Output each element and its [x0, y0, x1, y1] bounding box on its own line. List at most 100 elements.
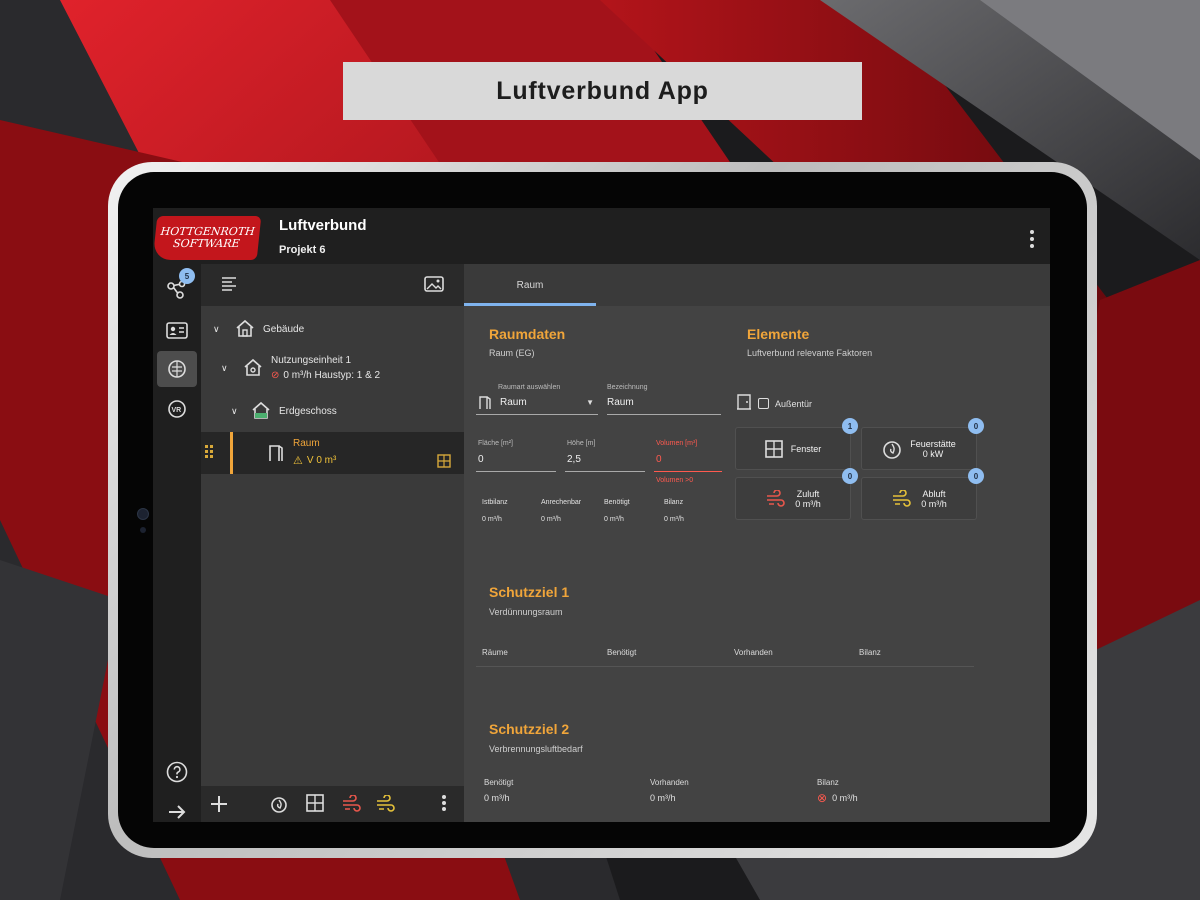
flaeche-underline — [476, 471, 556, 472]
stat-vorhanden-value: 0 m³/h — [650, 793, 676, 803]
element-count-badge: 0 — [968, 418, 984, 434]
element-card-sub: 0 kW — [922, 448, 944, 459]
stat-benoetigt-label: Benötigt — [484, 778, 514, 787]
tree-item-label: Raum — [293, 438, 320, 449]
contact-card-icon[interactable] — [157, 313, 197, 349]
raumdaten-subtitle: Raum (EG) — [489, 348, 535, 358]
stat-anrechenbar-value: 0 m³/h — [541, 516, 561, 523]
tree-toolbar — [201, 264, 464, 306]
room-network-icon[interactable] — [157, 351, 197, 387]
elemente-subtitle: Luftverbund relevante Faktoren — [747, 348, 873, 358]
vr-globe-icon[interactable]: VR — [157, 391, 197, 427]
aussentuer-toggle[interactable]: Außentür — [736, 392, 812, 415]
tree-item-gebaeude[interactable]: ∨ Gebäude — [201, 314, 464, 344]
fireplace-icon[interactable] — [270, 794, 288, 819]
tree-panel: ∨ Gebäude ∨ Nutzungseinheit 1 ⊘ 0 m³/h H… — [201, 264, 464, 822]
notification-badge: 5 — [179, 268, 195, 284]
element-card-feuerstaette[interactable]: Feuerstätte 0 kW 0 — [861, 418, 984, 470]
element-card-sub: 0 m³/h — [921, 498, 947, 509]
element-card-label: Feuerstätte — [910, 438, 956, 449]
dropdown-arrow-icon: ▼ — [586, 398, 594, 407]
stat-bilanz-label: Bilanz — [664, 499, 684, 506]
supply-air-icon[interactable] — [341, 794, 361, 818]
element-card-zuluft[interactable]: Zuluft 0 m³/h 0 — [735, 468, 858, 520]
bezeichnung-input[interactable]: Raum — [607, 397, 634, 408]
chevron-down-icon[interactable]: ∨ — [213, 324, 225, 335]
window-icon — [764, 439, 783, 458]
list-sort-icon[interactable] — [221, 276, 239, 297]
exhaust-air-icon — [893, 489, 911, 507]
stat-benoetigt-value: 0 m³/h — [484, 793, 510, 803]
checkbox-icon[interactable] — [758, 398, 769, 409]
stat-vorhanden-label: Vorhanden — [650, 778, 689, 787]
floor-house-icon — [251, 401, 271, 422]
column-header: Vorhanden — [734, 648, 773, 657]
front-door-icon — [736, 392, 752, 415]
warning-icon: ⚠ — [293, 455, 303, 467]
door-icon — [267, 444, 285, 465]
svg-text:VR: VR — [172, 407, 182, 414]
app-title: Luftverbund — [279, 217, 367, 234]
project-name: Projekt 6 — [279, 244, 326, 256]
logo-line-2: SOFTWARE — [172, 237, 241, 250]
app-screen: HOTTGENROTH SOFTWARE Luftverbund Projekt… — [153, 208, 1050, 822]
stat-istbilanz-value: 0 m³/h — [482, 516, 502, 523]
tree-item-label: Erdgeschoss — [279, 405, 337, 417]
image-icon[interactable] — [424, 276, 444, 297]
schutzziel2-subtitle: Verbrennungsluftbedarf — [489, 744, 583, 754]
tree-item-nutzungseinheit[interactable]: ∨ Nutzungseinheit 1 ⊘ 0 m³/h Haustyp: 1 … — [201, 348, 464, 388]
flaeche-label: Fläche [m²] — [478, 440, 514, 447]
element-card-fenster[interactable]: Fenster 1 — [735, 418, 858, 470]
column-header: Benötigt — [607, 648, 637, 657]
tree-item-raum-selected[interactable]: Raum ⚠ V 0 m³ — [201, 432, 464, 474]
banner-title: Luftverbund App — [343, 62, 862, 120]
stat-bilanz-value: 0 m³/h — [832, 793, 858, 803]
volumen-input[interactable]: 0 — [656, 454, 662, 465]
brand-logo: HOTTGENROTH SOFTWARE — [153, 216, 262, 260]
raumart-select[interactable]: Raum ▼ — [476, 394, 598, 414]
door-icon — [478, 396, 492, 415]
stat-benoetigt-label: Benötigt — [604, 499, 630, 506]
tab-raum[interactable]: Raum — [464, 264, 596, 306]
element-count-badge: 1 — [842, 418, 858, 434]
raumdaten-heading: Raumdaten — [489, 326, 566, 342]
element-card-abluft[interactable]: Abluft 0 m³/h 0 — [861, 468, 984, 520]
chevron-down-icon[interactable]: ∨ — [231, 406, 243, 417]
more-vertical-icon[interactable] — [442, 795, 446, 811]
stat-bilanz-label: Bilanz — [817, 778, 839, 787]
exhaust-air-icon[interactable] — [375, 794, 395, 818]
element-card-label: Fenster — [790, 443, 822, 454]
arrow-right-icon[interactable] — [157, 794, 197, 822]
sensor-dot — [140, 527, 146, 533]
element-count-badge: 0 — [842, 468, 858, 484]
column-header: Räume — [482, 648, 508, 657]
add-icon[interactable] — [209, 794, 229, 819]
overflow-menu-icon[interactable] — [1030, 230, 1036, 248]
network-icon[interactable]: 5 — [157, 268, 197, 308]
element-count-badge: 0 — [968, 468, 984, 484]
stat-anrechenbar-label: Anrechenbar — [541, 499, 582, 506]
drag-handle-icon[interactable] — [205, 444, 215, 460]
hoehe-label: Höhe [m] — [567, 440, 596, 447]
stat-benoetigt-value: 0 m³/h — [604, 516, 624, 523]
nav-rail: 5 VR — [153, 264, 201, 822]
window-icon[interactable] — [306, 794, 324, 817]
tree-item-erdgeschoss[interactable]: ∨ Erdgeschoss — [201, 396, 464, 426]
supply-air-icon — [767, 489, 785, 507]
raumart-value: Raum — [500, 397, 527, 408]
bezeichnung-label: Bezeichnung — [607, 384, 648, 391]
house-icon — [235, 319, 255, 340]
window-grid-icon[interactable] — [437, 454, 451, 471]
house-outline-icon — [243, 358, 263, 379]
bezeichnung-underline — [607, 414, 721, 415]
tree-item-detail: 0 m³/h Haustyp: 1 & 2 — [283, 370, 381, 381]
tab-bar: Raum — [464, 264, 1050, 306]
column-header: Bilanz — [859, 648, 881, 657]
fireplace-icon — [883, 440, 902, 459]
help-icon[interactable] — [157, 754, 197, 790]
chevron-down-icon[interactable]: ∨ — [221, 363, 233, 374]
element-card-label: Zuluft — [796, 488, 820, 499]
flaeche-input[interactable]: 0 — [478, 454, 484, 465]
aussentuer-label: Außentür — [775, 398, 813, 409]
hoehe-input[interactable]: 2,5 — [567, 454, 581, 465]
